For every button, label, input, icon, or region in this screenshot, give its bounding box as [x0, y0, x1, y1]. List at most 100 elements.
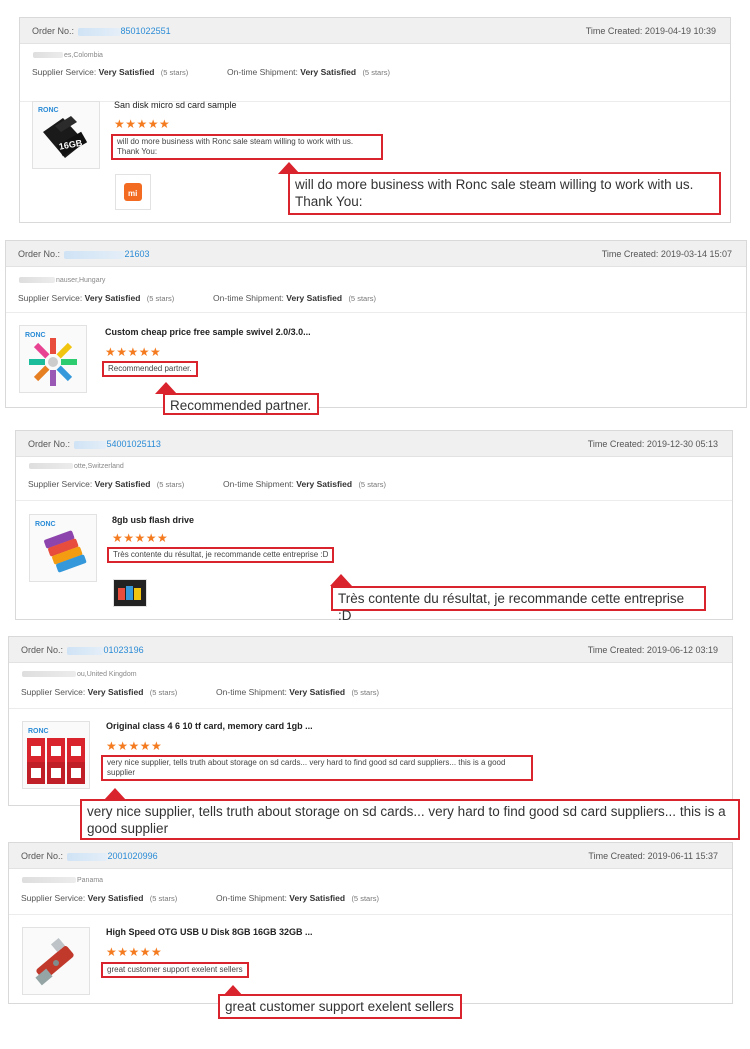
- shipment-stars: (5 stars): [362, 68, 390, 77]
- svg-text:RONC: RONC: [28, 728, 49, 735]
- buyer-meta: otte,Switzerland Supplier Service: Very …: [16, 457, 732, 501]
- order-label: Order No.:: [21, 645, 64, 655]
- review-text: Recommended partner.: [102, 361, 198, 377]
- redacted-buyer: [29, 463, 73, 470]
- order-number-link[interactable]: 54001025113: [107, 439, 161, 449]
- shipment-stars: (5 stars): [348, 294, 376, 303]
- rating-stars: ★★★★★: [106, 945, 163, 959]
- rating-summary: Supplier Service: Very Satisfied (5 star…: [21, 893, 379, 903]
- shipment-label: On-time Shipment:: [227, 67, 298, 77]
- redacted-buyer: [33, 52, 63, 59]
- shipment-stars: (5 stars): [351, 688, 379, 697]
- product-thumbnail[interactable]: RONC: [29, 514, 97, 582]
- order-label: Order No.:: [28, 439, 71, 449]
- review-text: will do more business with Ronc sale ste…: [111, 134, 383, 160]
- order-label: Order No.:: [21, 851, 64, 861]
- product-thumbnail[interactable]: RONC: [22, 721, 90, 789]
- order-label: Order No.:: [32, 26, 75, 36]
- review-text: Très contente du résultat, je recommande…: [107, 547, 335, 563]
- order-header: Order No.: 8501022551 Time Created: 2019…: [20, 18, 730, 44]
- product-title-link[interactable]: 8gb usb flash drive: [112, 515, 194, 525]
- supplier-service-label: Supplier Service:: [18, 293, 83, 303]
- order-header: Order No.: 54001025113 Time Created: 201…: [16, 431, 732, 457]
- order-label: Order No.:: [18, 249, 61, 259]
- rating-summary: Supplier Service: Very Satisfied (5 star…: [28, 479, 386, 489]
- time-created: Time Created: 2019-03-14 15:07: [601, 249, 732, 259]
- redacted-buyer: [22, 671, 76, 678]
- supplier-service-value: Very Satisfied: [84, 293, 141, 303]
- shipment-label: On-time Shipment:: [216, 687, 287, 697]
- buyer-country: nauser,Hungary: [56, 277, 106, 284]
- review-attachment-image[interactable]: mi: [115, 174, 151, 210]
- review-card-2: Order No.: 21603 Time Created: 2019-03-1…: [5, 240, 747, 408]
- supplier-service-value: Very Satisfied: [98, 67, 155, 77]
- shipment-stars: (5 stars): [358, 480, 386, 489]
- shipment-label: On-time Shipment:: [216, 893, 287, 903]
- shipment-stars: (5 stars): [351, 894, 379, 903]
- rating-stars: ★★★★★: [106, 739, 163, 753]
- review-text: great customer support exelent sellers: [101, 962, 249, 978]
- time-created: Time Created: 2019-06-11 15:37: [588, 851, 718, 861]
- supplier-service-label: Supplier Service:: [21, 893, 86, 903]
- rating-summary: Supplier Service: Very Satisfied (5 star…: [18, 293, 376, 303]
- order-header: Order No.: 01023196 Time Created: 2019-0…: [9, 637, 732, 663]
- time-created: Time Created: 2019-06-12 03:19: [587, 645, 718, 655]
- order-header: Order No.: 21603 Time Created: 2019-03-1…: [6, 241, 746, 267]
- product-title-link[interactable]: San disk micro sd card sample: [114, 100, 237, 110]
- product-thumbnail[interactable]: RONC 16GB: [32, 101, 100, 169]
- supplier-service-label: Supplier Service:: [32, 67, 97, 77]
- redacted-buyer: [19, 277, 55, 284]
- rating-summary: Supplier Service: Very Satisfied (5 star…: [32, 67, 390, 77]
- usb-drive-icon: RONC: [35, 521, 87, 573]
- product-thumbnail[interactable]: RONC: [19, 325, 87, 393]
- rating-summary: Supplier Service: Very Satisfied (5 star…: [21, 687, 379, 697]
- order-number-link[interactable]: 01023196: [104, 645, 144, 655]
- sd-card-icon: RONC 16GB: [38, 107, 88, 158]
- rating-stars: ★★★★★: [112, 531, 169, 545]
- review-attachment-image[interactable]: [113, 579, 147, 607]
- supplier-service-stars: (5 stars): [149, 688, 178, 697]
- review-text: very nice supplier, tells truth about st…: [101, 755, 533, 781]
- product-title-link[interactable]: Original class 4 6 10 tf card, memory ca…: [106, 721, 313, 731]
- shipment-value: Very Satisfied: [286, 293, 343, 303]
- order-number-link[interactable]: 2001020996: [108, 851, 158, 861]
- product-title-link[interactable]: High Speed OTG USB U Disk 8GB 16GB 32GB …: [106, 927, 313, 937]
- supplier-service-stars: (5 stars): [156, 480, 185, 489]
- review-card-4: Order No.: 01023196 Time Created: 2019-0…: [8, 636, 733, 806]
- review-callout-3: Très contente du résultat, je recommande…: [331, 586, 706, 623]
- redacted-order-prefix: [63, 250, 124, 259]
- supplier-service-label: Supplier Service:: [28, 479, 93, 489]
- review-callout-5: great customer support exelent sellers: [218, 994, 462, 1019]
- usb-drive-icon: RONC: [25, 332, 77, 386]
- buyer-meta: ou,United Kingdom Supplier Service: Very…: [9, 663, 732, 709]
- product-title-link[interactable]: Custom cheap price free sample swivel 2.…: [105, 327, 311, 337]
- supplier-service-stars: (5 stars): [146, 294, 175, 303]
- redacted-order-prefix: [73, 440, 106, 449]
- shipment-label: On-time Shipment:: [223, 479, 294, 489]
- redacted-buyer: [22, 877, 76, 884]
- supplier-service-value: Very Satisfied: [94, 479, 151, 489]
- buyer-meta: es,Colombia Supplier Service: Very Satis…: [20, 44, 730, 102]
- shipment-label: On-time Shipment:: [213, 293, 284, 303]
- product-thumbnail[interactable]: [22, 927, 90, 995]
- supplier-service-value: Very Satisfied: [87, 687, 144, 697]
- svg-text:RONC: RONC: [38, 107, 59, 114]
- supplier-service-stars: (5 stars): [149, 894, 178, 903]
- buyer-country: es,Colombia: [64, 52, 103, 59]
- order-number-link[interactable]: 21603: [125, 249, 150, 259]
- time-created: Time Created: 2019-12-30 05:13: [587, 439, 718, 449]
- callout-arrow-3: [330, 574, 352, 586]
- review-callout-1: will do more business with Ronc sale ste…: [288, 172, 721, 215]
- xiaomi-logo-icon: mi: [124, 183, 142, 201]
- buyer-country: Panama: [77, 877, 104, 884]
- redacted-order-prefix: [66, 646, 103, 655]
- redacted-order-prefix: [66, 852, 107, 861]
- supplier-service-stars: (5 stars): [160, 68, 189, 77]
- rating-stars: ★★★★★: [105, 345, 162, 359]
- buyer-meta: nauser,Hungary Supplier Service: Very Sa…: [6, 267, 746, 313]
- sd-card-icon: RONC: [27, 728, 85, 784]
- supplier-service-value: Very Satisfied: [87, 893, 144, 903]
- order-number-link[interactable]: 8501022551: [121, 26, 171, 36]
- review-callout-4: very nice supplier, tells truth about st…: [80, 799, 740, 840]
- svg-text:RONC: RONC: [25, 332, 46, 339]
